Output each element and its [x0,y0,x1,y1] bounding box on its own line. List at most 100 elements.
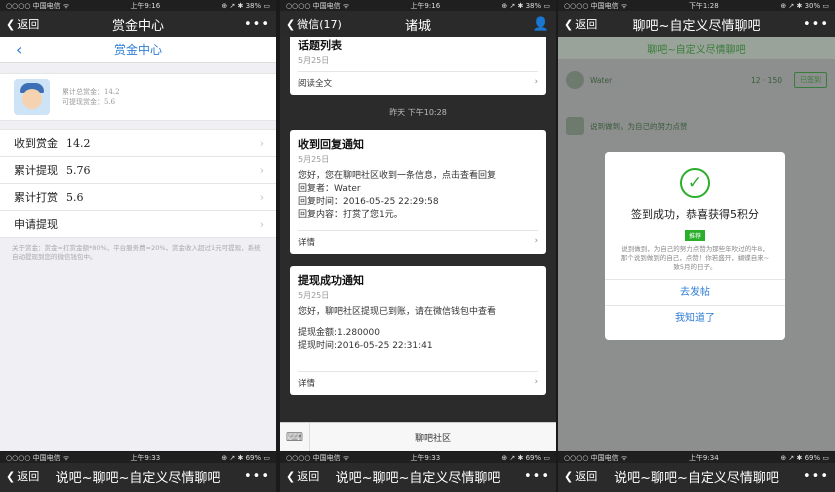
card-line: 提现金额:1.280000 [298,328,380,338]
clock-text: 上午9:34 [688,453,719,462]
bottom-strip: ○○○○ 中国电信 ᯤ 上午9:33 ⊕ ↗ ✱ 69% ▭ ❮ 返回 说吧~聊吧~自定… [280,452,556,492]
menu-label: 累计提现 [14,164,58,177]
go-post-button[interactable]: 去发帖 [605,279,785,305]
chevron-left-icon: ❮ [286,469,296,483]
menu-value: 14.2 [66,136,91,150]
carrier-text: ○○○○ 中国电信 ᯤ [286,453,350,462]
user-row: Water 12 · 150 已签到 [558,67,835,93]
chevron-right-icon: › [259,217,264,231]
detail-link[interactable]: 详情 [298,377,315,389]
back-button[interactable]: ❮ 返回 [286,468,319,484]
sub-header-title: 赏金中心 [113,43,162,57]
back-button[interactable]: ❮ 返回 [564,468,597,484]
page-title: 聊吧~自定义尽情聊吧 [632,18,761,34]
post-row: 说到做到，为自己的努力点赞 [558,113,835,139]
menu-label: 收到赏金 [14,137,58,150]
card-title: 话题列表 [298,39,342,52]
signed-badge: 已签到 [794,72,827,88]
card-title: 收到回复通知 [298,138,364,151]
back-button[interactable]: ❮ 微信(17) [286,16,342,32]
available-bounty: 可提现赏金：5.6 [62,98,116,106]
chevron-left-icon: ❮ [6,469,16,483]
profile-card: 累计总赏金：14.2 可提现赏金：5.6 [0,73,276,121]
nav-bar: ❮ 微信(17) 诸城 👤 [280,11,556,37]
topic-card[interactable]: 话题列表 5月25日 阅读全文 › [290,37,546,95]
read-more-link[interactable]: 阅读全文 [298,77,332,89]
carrier-text: ○○○○ 中国电信 ᯤ [6,1,70,10]
carrier-text: ○○○○ 中国电信 ᯤ [564,1,628,10]
bottom-strip: ○○○○ 中国电信 ᯤ 上午9:34 ⊕ ↗ ✱ 69% ▭ ❮ 返回 说吧~聊吧~自定… [558,452,835,492]
withdraw-notice-card[interactable]: 提现成功通知 5月25日 您好，聊吧社区提现已到账，请在微信钱包中查看 提现金额… [290,266,546,395]
bounty-center-panel: ○○○○ 中国电信 ᯤ 上午9:16 ⊕ ↗ ✱ 38% ▭ ❮ 返回 赏金中心 … [0,0,276,451]
checkin-panel: ○○○○ 中国电信 ᯤ 下午1:28 ⊕ ↗ ✱ 30% ▭ ❮ 返回 聊吧~自定… [558,0,835,451]
bounty-note: 关于赏金：赏金=打赏金额*80%，平台服务费=20%，赏金收入超过1元可提现，系… [12,244,261,261]
reply-notice-card[interactable]: 收到回复通知 5月25日 您好，您在聊吧社区收到一条信息，点击查看回复 回复者：… [290,130,546,254]
card-line: 提现时间:2016-05-25 22:31:41 [298,341,433,351]
post-line: 说到做到，为自己的努力点赞 [590,121,688,131]
back-label: 返回 [17,18,40,31]
checkin-success-dialog: ✓ 签到成功，恭喜获得5积分 推荐 说到做到，为自己的努力点赞为那些年吹过的牛B… [605,152,785,340]
nav-bar: ❮ 返回 聊吧~自定义尽情聊吧 ••• [558,11,835,37]
bounty-menu: 收到赏金 14.2 › 累计提现 5.76 › 累计打赏 5.6 › 申请提现 › [0,129,276,238]
chevron-right-icon: › [259,163,264,177]
chevron-right-icon: › [534,377,538,387]
chevron-left-icon: ❮ [6,17,16,31]
more-button[interactable]: ••• [524,469,550,484]
total-bounty: 累计总赏金：14.2 [62,88,120,96]
timestamp: 昨天 下午10:28 [389,108,447,117]
menu-item-tipped[interactable]: 累计打赏 5.6 › [0,184,276,211]
user-stats: 12 · 150 [750,75,782,85]
chevron-right-icon: › [534,77,538,87]
card-line: 您好，聊吧社区提现已到账，请在微信钱包中查看 [298,307,497,317]
user-icon[interactable]: 👤 [533,17,550,32]
more-button[interactable]: ••• [803,469,829,484]
nav-bar: ❮ 返回 赏金中心 ••• [0,11,276,37]
page-title: 说吧~聊吧~自定义尽情聊吧 [614,470,779,486]
user-name: Water [590,75,613,85]
clock-text: 下午1:28 [688,1,719,10]
card-title: 提现成功通知 [298,274,364,287]
carrier-text: ○○○○ 中国电信 ᯤ [564,453,628,462]
clock-text: 上午9:16 [410,1,441,10]
back-label: 微信(17) [297,18,342,31]
more-button[interactable]: ••• [803,17,829,32]
keyboard-icon[interactable]: ⌨ [280,422,310,451]
chevron-left-icon: ❮ [564,469,574,483]
status-bar: ○○○○ 中国电信 ᯤ 下午1:28 ⊕ ↗ ✱ 30% ▭ [558,0,835,11]
back-button[interactable]: ❮ 返回 [564,16,597,32]
check-circle-icon: ✓ [680,168,710,198]
carrier-text: ○○○○ 中国电信 ᯤ [6,453,70,462]
menu-label[interactable]: 聊吧社区 [310,431,556,444]
got-it-button[interactable]: 我知道了 [605,305,785,331]
card-line: 回复者：Water [298,184,361,194]
dialog-message: 签到成功，恭喜获得5积分 [631,208,759,221]
card-line: 您好，您在聊吧社区收到一条信息，点击查看回复 [298,171,497,181]
more-button[interactable]: ••• [244,17,270,32]
bg-title: 聊吧~自定义尽情聊吧 [558,37,835,59]
battery-text: ⊕ ↗ ✱ 69% ▭ [221,453,270,462]
status-bar: ○○○○ 中国电信 ᯤ 上午9:16 ⊕ ↗ ✱ 38% ▭ [280,0,556,11]
more-button[interactable]: ••• [244,469,270,484]
menu-item-apply-withdraw[interactable]: 申请提现 › [0,211,276,238]
menu-item-withdrawn[interactable]: 累计提现 5.76 › [0,157,276,184]
clock-text: 上午9:33 [410,453,441,462]
menu-value: 5.76 [66,163,91,177]
battery-text: ⊕ ↗ ✱ 69% ▭ [780,453,829,462]
page-title: 说吧~聊吧~自定义尽情聊吧 [335,470,501,486]
clock-text: 上午9:16 [130,1,161,10]
back-button[interactable]: ❮ 返回 [6,468,39,484]
bottom-bar: ⌨ 聊吧社区 [280,422,556,451]
detail-link[interactable]: 详情 [298,236,315,248]
chevron-right-icon: › [259,190,264,204]
chevron-left-icon: ❮ [564,17,574,31]
card-line [298,319,538,327]
recommend-tag: 推荐 [684,230,705,241]
back-button[interactable]: ❮ 返回 [6,16,39,32]
menu-item-received[interactable]: 收到赏金 14.2 › [0,130,276,157]
back-label: 返回 [17,470,40,483]
menu-value: 5.6 [66,190,84,204]
wechat-chat-panel: ○○○○ 中国电信 ᯤ 上午9:16 ⊕ ↗ ✱ 38% ▭ ❮ 微信(17) 诸… [280,0,556,451]
card-date: 5月25日 [298,56,330,65]
card-line: 回复内容：打赏了您1元。 [298,210,403,220]
status-bar: ○○○○ 中国电信 ᯤ 上午9:16 ⊕ ↗ ✱ 38% ▭ [0,0,276,11]
